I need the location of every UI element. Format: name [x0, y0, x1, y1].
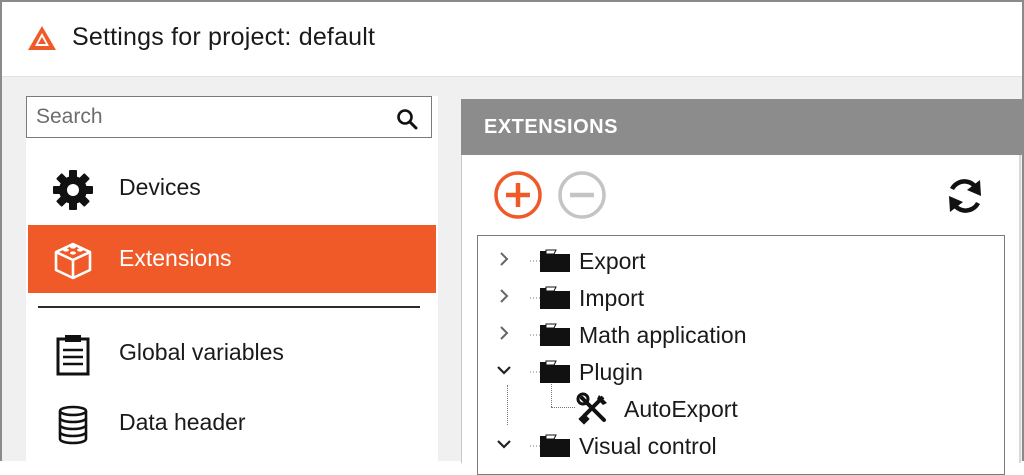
folder-icon	[530, 286, 570, 309]
tools-icon	[576, 392, 607, 425]
remove-circle-icon[interactable]	[557, 170, 607, 220]
sidebar-item-devices[interactable]: Devices	[28, 154, 436, 222]
database-icon	[58, 405, 88, 445]
sidebar-item-label: Extensions	[119, 245, 232, 271]
chevron-right-icon[interactable]	[496, 251, 512, 267]
app-logo-icon	[28, 26, 56, 50]
extensions-tree[interactable]: Export Import Math application Plugin Au…	[477, 235, 1005, 475]
sidebar-divider	[38, 306, 420, 308]
sidebar-item-data-header[interactable]: Data header	[28, 389, 436, 457]
sidebar-item-global-variables[interactable]: Global variables	[28, 319, 436, 387]
folder-open-icon	[530, 360, 570, 383]
folder-open-icon	[530, 434, 570, 457]
tree-item-plugin[interactable]: Plugin	[478, 352, 1002, 389]
tree-item-visual-control[interactable]: Visual control	[478, 426, 1002, 463]
chevron-down-icon[interactable]	[496, 436, 512, 452]
search-placeholder: Search	[36, 105, 103, 128]
extensions-panel: Export Import Math application Plugin Au…	[461, 155, 1021, 475]
sidebar-item-label: Devices	[119, 174, 201, 200]
extension-box-icon	[54, 242, 92, 280]
title-bar: Settings for project: default	[2, 2, 1022, 77]
chevron-right-icon[interactable]	[496, 288, 512, 304]
clipboard-list-icon	[56, 335, 90, 376]
tree-item-label: Plugin	[579, 359, 643, 385]
tree-item-math-application[interactable]: Math application	[478, 315, 1002, 352]
folder-icon	[530, 323, 570, 346]
settings-window: Settings for project: default Search Dev…	[0, 0, 1024, 475]
panel-border	[1019, 155, 1021, 463]
chevron-down-icon[interactable]	[496, 362, 512, 378]
gear-icon	[53, 170, 93, 210]
search-input[interactable]: Search	[26, 96, 432, 138]
window-title: Settings for project: default	[72, 23, 376, 51]
tree-item-label: Visual control	[579, 433, 717, 459]
add-circle-icon[interactable]	[493, 170, 543, 220]
tree-item-export[interactable]: Export	[478, 241, 1002, 278]
tree-item-label: Import	[579, 285, 645, 311]
folder-icon	[530, 249, 570, 272]
tree-item-label: Math application	[579, 322, 747, 348]
sidebar: Search Devices Extensions Global variabl…	[26, 96, 438, 463]
panel-header: EXTENSIONS	[461, 99, 1024, 155]
sidebar-item-extensions[interactable]: Extensions	[28, 225, 436, 293]
tree-item-autoexport[interactable]: AutoExport	[478, 389, 1002, 426]
sidebar-item-label: Global variables	[119, 339, 284, 365]
panel-title: EXTENSIONS	[484, 116, 618, 138]
tree-item-import[interactable]: Import	[478, 278, 1002, 315]
refresh-icon[interactable]	[943, 174, 987, 218]
tree-item-label: AutoExport	[624, 396, 738, 422]
sidebar-item-label: Data header	[119, 409, 246, 435]
chevron-right-icon[interactable]	[496, 325, 512, 341]
tree-item-label: Export	[579, 248, 646, 274]
search-icon[interactable]	[395, 107, 419, 131]
